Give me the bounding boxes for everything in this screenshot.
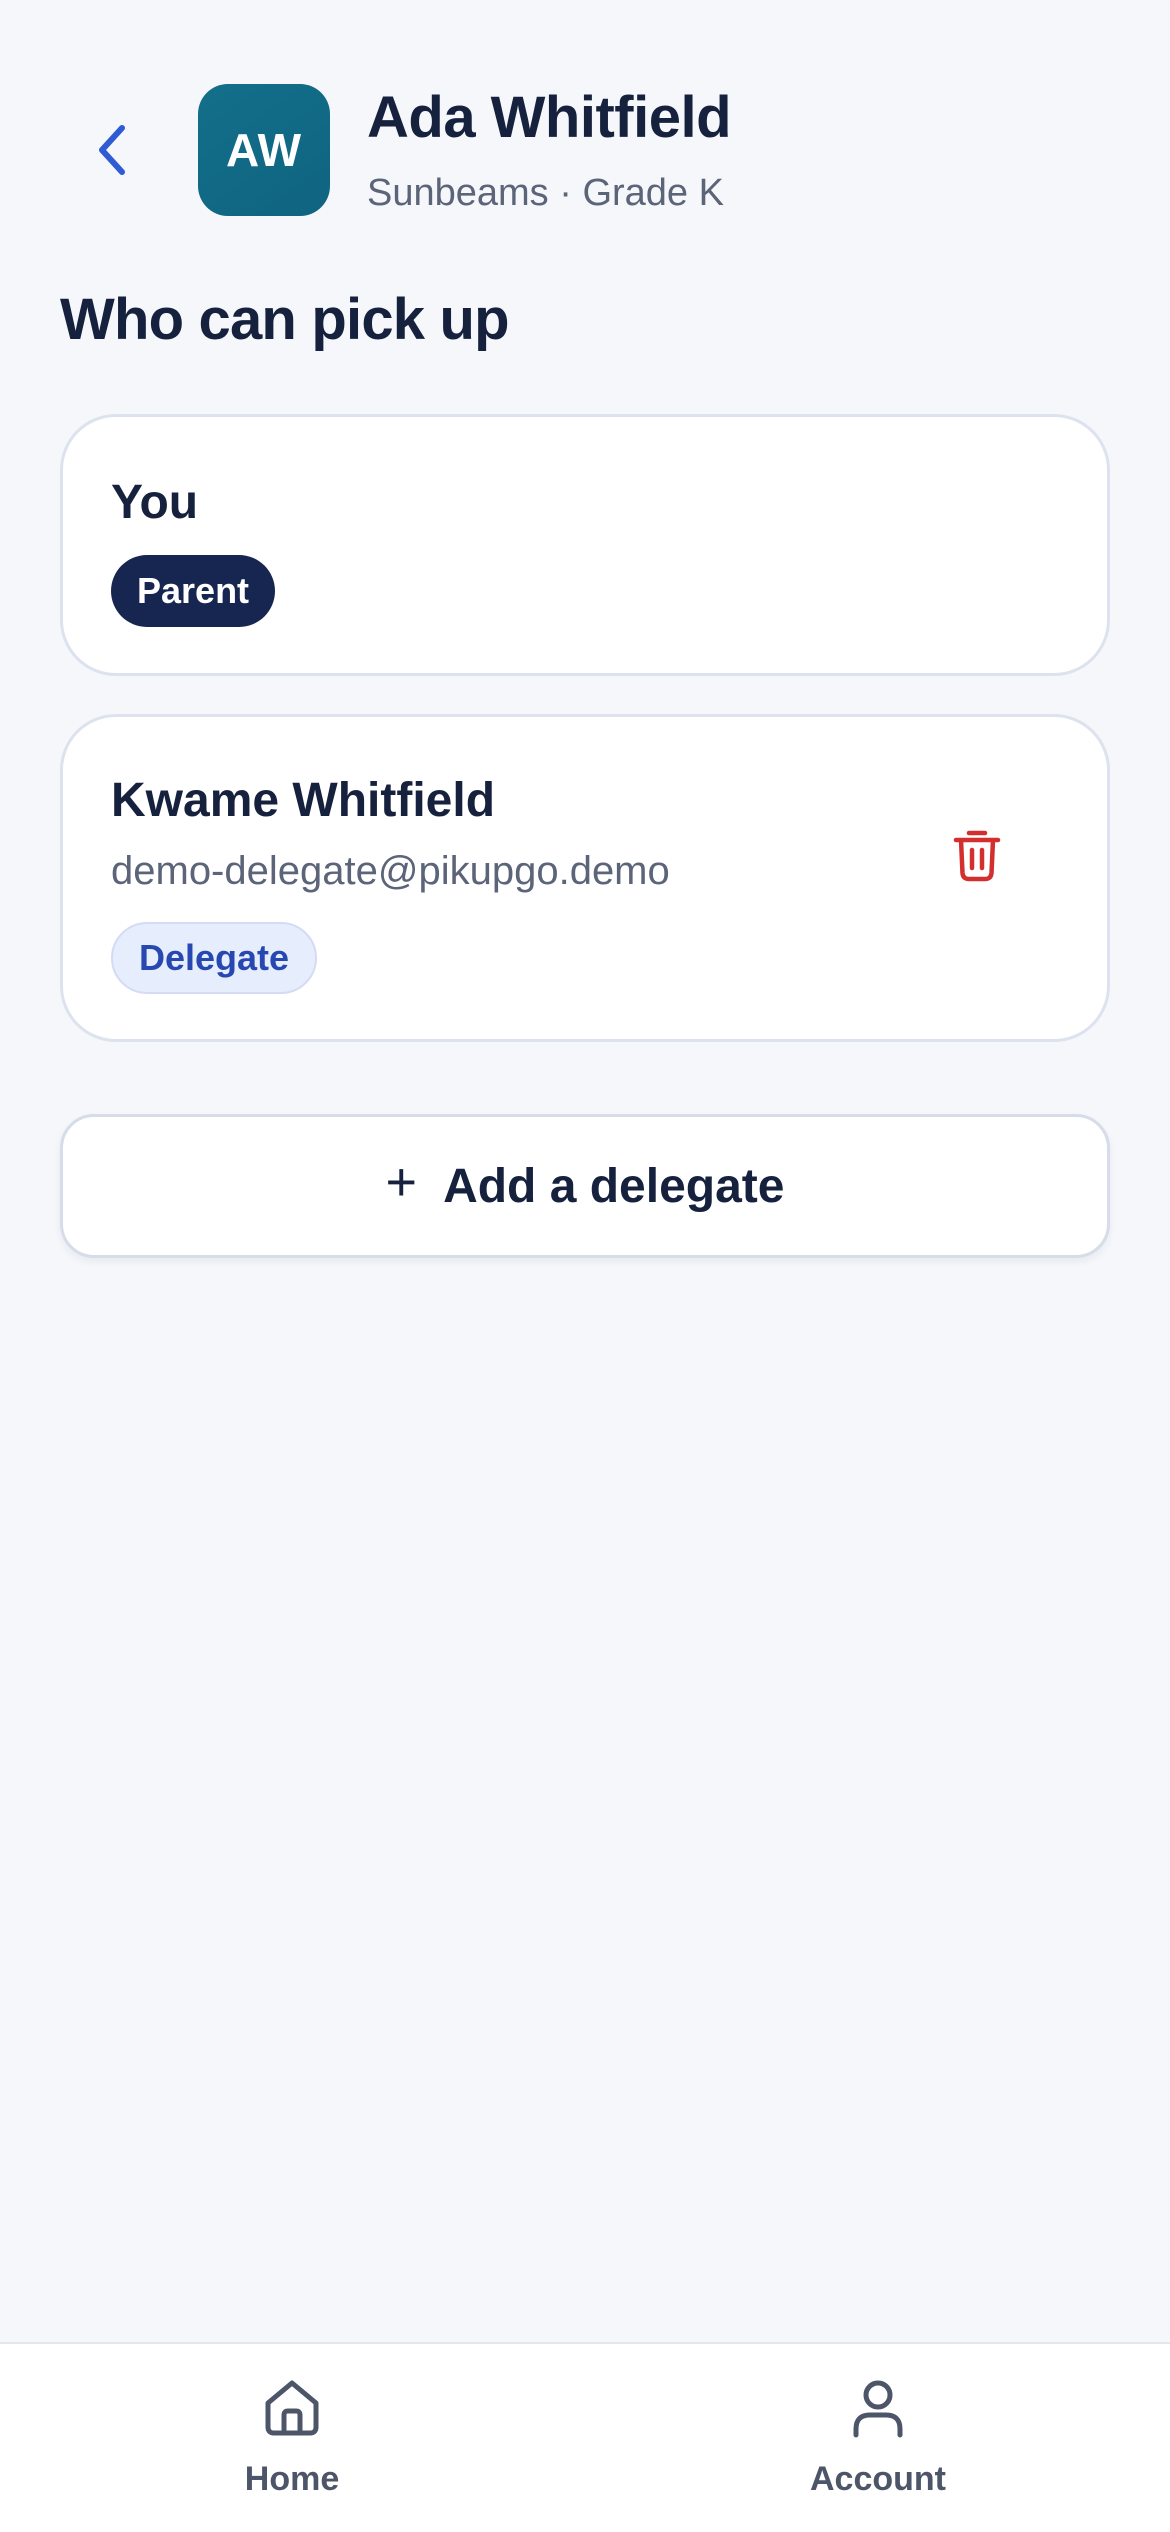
pickup-person-email: demo-delegate@pikupgo.demo [111,849,670,893]
trash-icon [953,830,1001,882]
nav-account[interactable]: Account [748,2372,1008,2522]
add-delegate-label: Add a delegate [443,1159,785,1213]
child-name: Ada Whitfield [367,85,732,150]
delegates-screen: AW Ada Whitfield Sunbeams · Grade K Who … [0,0,1170,2532]
bottom-navigation: Home Account [0,2342,1170,2532]
role-badge-delegate: Delegate [111,922,318,994]
child-class-grade: Sunbeams · Grade K [367,172,724,214]
nav-home-label: Home [244,2460,340,2498]
pickup-card-delegate: Kwame Whitfield demo-delegate@pikupgo.de… [60,714,1110,1042]
pickup-person-name: You [111,476,199,529]
chevron-left-icon [99,125,125,175]
add-delegate-button[interactable]: + Add a delegate [60,1114,1110,1258]
user-icon [843,2372,913,2442]
role-badge-parent: Parent [111,555,276,627]
back-button[interactable] [80,110,144,190]
home-icon [257,2372,327,2442]
plus-icon: + [385,1152,418,1212]
pickup-person-name: Kwame Whitfield [111,774,496,827]
nav-home[interactable]: Home [162,2372,422,2522]
remove-delegate-button[interactable] [939,817,1015,893]
section-title: Who can pick up [60,287,510,352]
nav-account-label: Account [810,2460,946,2498]
avatar-initials: AW [225,124,303,176]
child-avatar: AW [198,84,330,216]
pickup-card-parent: You Parent [60,414,1110,676]
